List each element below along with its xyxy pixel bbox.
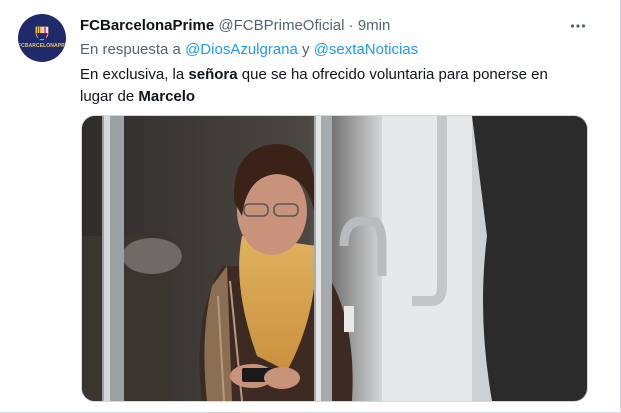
tweet-header: FCBarcelonaPrime @FCBPrimeOficial · 9min (80, 16, 390, 36)
account-name[interactable]: FCBarcelonaPrime (80, 17, 214, 34)
tweet-text-bold-1: señora (188, 66, 238, 83)
avatar-text: FCBARCELONAPRIME (18, 43, 66, 49)
tweet-time[interactable]: 9min (358, 17, 391, 34)
more-horizontal-icon (570, 24, 586, 28)
separator-dot: · (348, 17, 354, 34)
tweet-text: En exclusiva, la señora que se ha ofreci… (80, 64, 585, 108)
account-handle[interactable]: @FCBPrimeOficial (218, 17, 344, 34)
tweet-text-bold-2: Marcelo (138, 88, 196, 105)
reply-prefix: En respuesta a (80, 41, 181, 58)
mention-link-2[interactable]: @sextaNoticias (314, 41, 418, 58)
more-options-button[interactable] (566, 14, 590, 38)
reply-context: En respuesta a @DiosAzulgrana y @sextaNo… (80, 40, 418, 60)
tweet-card[interactable]: FCBARCELONAPRIME FCBarcelonaPrime @FCBPr… (0, 0, 621, 413)
subway-photo (82, 116, 587, 401)
club-crest-icon (35, 26, 49, 41)
tweet-media-photo[interactable] (81, 115, 588, 402)
tweet-text-part-1: En exclusiva, la (80, 66, 185, 83)
reply-conjunction: y (302, 41, 310, 58)
avatar[interactable]: FCBARCELONAPRIME (18, 14, 66, 62)
mention-link-1[interactable]: @DiosAzulgrana (185, 41, 298, 58)
